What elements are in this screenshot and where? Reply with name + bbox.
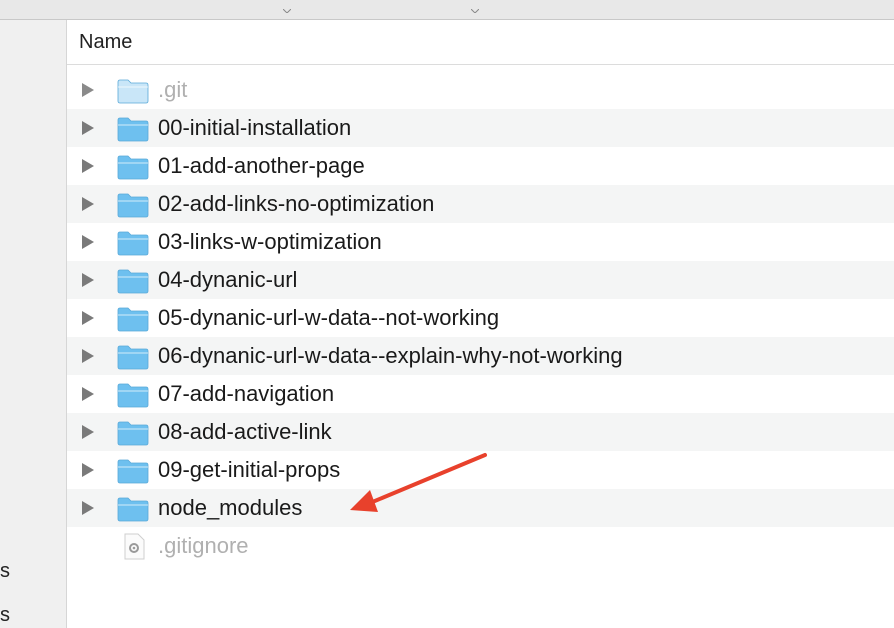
toolbar-chevron-icon: [470, 0, 480, 14]
disclosure-triangle-icon[interactable]: [82, 83, 94, 97]
list-item[interactable]: 04-dynanic-url: [67, 261, 894, 299]
list-item[interactable]: 07-add-navigation: [67, 375, 894, 413]
item-name: 00-initial-installation: [158, 115, 352, 140]
item-name: 09-get-initial-props: [158, 457, 341, 482]
folder-icon: [117, 344, 149, 370]
item-name: node_modules: [158, 495, 303, 520]
item-name: 01-add-another-page: [158, 153, 365, 178]
sidebar-item-label[interactable]: s: [0, 604, 10, 627]
column-header-name[interactable]: Name: [67, 20, 894, 65]
disclosure-triangle-icon[interactable]: [82, 235, 94, 249]
file-list: Name .git 00-initial-installation 01-add-a…: [67, 20, 894, 628]
toolbar-strip: [0, 0, 894, 20]
item-name: 03-links-w-optimization: [158, 229, 382, 254]
folder-icon: [117, 458, 149, 484]
item-name: 06-dynanic-url-w-data--explain-why-not-w…: [158, 343, 623, 368]
list-item[interactable]: 05-dynanic-url-w-data--not-working: [67, 299, 894, 337]
disclosure-triangle-icon[interactable]: [82, 501, 94, 515]
disclosure-triangle-icon[interactable]: [82, 197, 94, 211]
folder-icon: [117, 116, 149, 142]
item-name: .gitignore: [158, 533, 249, 558]
list-item[interactable]: 08-add-active-link: [67, 413, 894, 451]
folder-icon: [117, 420, 149, 446]
folder-icon: [117, 382, 149, 408]
item-name: 08-add-active-link: [158, 419, 332, 444]
folder-icon: [117, 192, 149, 218]
sidebar-item-label[interactable]: s: [0, 560, 10, 583]
list-item[interactable]: 03-links-w-optimization: [67, 223, 894, 261]
folder-icon: [117, 230, 149, 256]
list-item[interactable]: .git: [67, 71, 894, 109]
folder-icon: [117, 268, 149, 294]
disclosure-triangle-icon[interactable]: [82, 311, 94, 325]
red-arrow-icon: [350, 453, 487, 512]
sidebar: s s: [0, 20, 67, 628]
list-item[interactable]: 02-add-links-no-optimization: [67, 185, 894, 223]
disclosure-triangle-icon[interactable]: [82, 425, 94, 439]
item-name: 05-dynanic-url-w-data--not-working: [158, 305, 500, 330]
disclosure-triangle-icon[interactable]: [82, 273, 94, 287]
disclosure-triangle-icon[interactable]: [82, 463, 94, 477]
folder-icon: [117, 78, 149, 104]
disclosure-triangle-icon[interactable]: [82, 121, 94, 135]
item-name: 02-add-links-no-optimization: [158, 191, 435, 216]
item-name: 04-dynanic-url: [158, 267, 298, 292]
disclosure-triangle-icon[interactable]: [82, 159, 94, 173]
item-name: .git: [158, 77, 188, 102]
list-item[interactable]: 01-add-another-page: [67, 147, 894, 185]
toolbar-chevron-icon: [282, 0, 292, 14]
list-item[interactable]: 06-dynanic-url-w-data--explain-why-not-w…: [67, 337, 894, 375]
folder-icon: [117, 154, 149, 180]
list-item[interactable]: .gitignore: [67, 527, 894, 565]
disclosure-triangle-icon[interactable]: [82, 349, 94, 363]
list-item[interactable]: 00-initial-installation: [67, 109, 894, 147]
folder-icon: [117, 306, 149, 332]
column-header-label: Name: [79, 31, 133, 53]
file-icon: [123, 533, 145, 560]
item-name: 07-add-navigation: [158, 381, 335, 406]
folder-icon: [117, 496, 149, 522]
disclosure-triangle-icon[interactable]: [82, 387, 94, 401]
